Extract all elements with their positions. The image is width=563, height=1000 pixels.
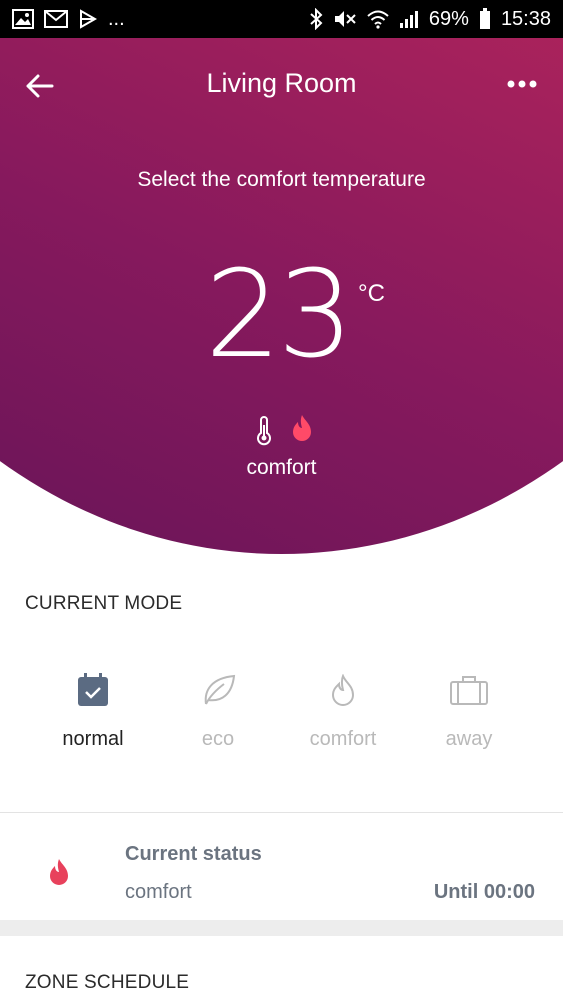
current-status-title: Current status <box>125 843 262 865</box>
flame-outline-icon <box>283 670 403 710</box>
more-dots-icon <box>507 80 537 88</box>
status-flame-icon <box>47 858 71 886</box>
mail-notification-icon <box>44 10 68 28</box>
mode-away[interactable]: away <box>409 670 529 751</box>
current-mode-title: CURRENT MODE <box>25 593 183 614</box>
mode-comfort[interactable]: comfort <box>283 670 403 751</box>
room-title: Living Room <box>206 68 357 98</box>
mode-comfort-label: comfort <box>309 728 377 750</box>
mode-selector: normal eco comfort away <box>0 670 563 770</box>
mode-normal[interactable]: normal <box>33 670 153 751</box>
mute-icon <box>333 9 357 29</box>
hero-mode-label: comfort <box>246 456 317 479</box>
battery-icon <box>479 8 491 30</box>
signal-icon <box>399 9 419 29</box>
battery-percent: 69% <box>428 7 469 30</box>
wifi-icon <box>367 9 389 29</box>
section-divider <box>0 812 563 813</box>
mode-eco[interactable]: eco <box>158 670 278 751</box>
clock: 15:38 <box>500 7 551 30</box>
suitcase-icon <box>409 670 529 710</box>
flame-icon <box>291 414 313 442</box>
current-status-until: Until 00:00 <box>433 881 535 903</box>
temperature-prompt: Select the comfort temperature <box>137 168 426 191</box>
overflow-notification-dots: ... <box>108 7 125 30</box>
mode-away-label: away <box>445 728 493 750</box>
mode-normal-label: normal <box>62 728 124 750</box>
status-bar-left: ... <box>12 8 125 31</box>
bluetooth-icon <box>309 8 323 30</box>
temperature-value[interactable]: 23 <box>205 246 354 385</box>
zone-schedule-title: ZONE SCHEDULE <box>25 972 190 993</box>
system-status-bar: ... 69% 15:38 <box>0 0 563 38</box>
image-notification-icon <box>12 9 34 29</box>
status-bar-right: 69% 15:38 <box>309 8 551 31</box>
temperature-unit: °C <box>358 280 385 307</box>
calendar-check-icon <box>33 670 153 710</box>
thermometer-icon <box>252 416 276 446</box>
mode-eco-label: eco <box>201 728 235 750</box>
temperature-hero: Living Room Select the comfort temperatu… <box>0 38 563 558</box>
section-separator <box>0 920 563 936</box>
current-status-value: comfort <box>125 881 192 903</box>
leaf-icon <box>158 670 278 710</box>
more-options-button[interactable] <box>505 74 539 94</box>
play-store-notification-icon <box>78 9 98 29</box>
